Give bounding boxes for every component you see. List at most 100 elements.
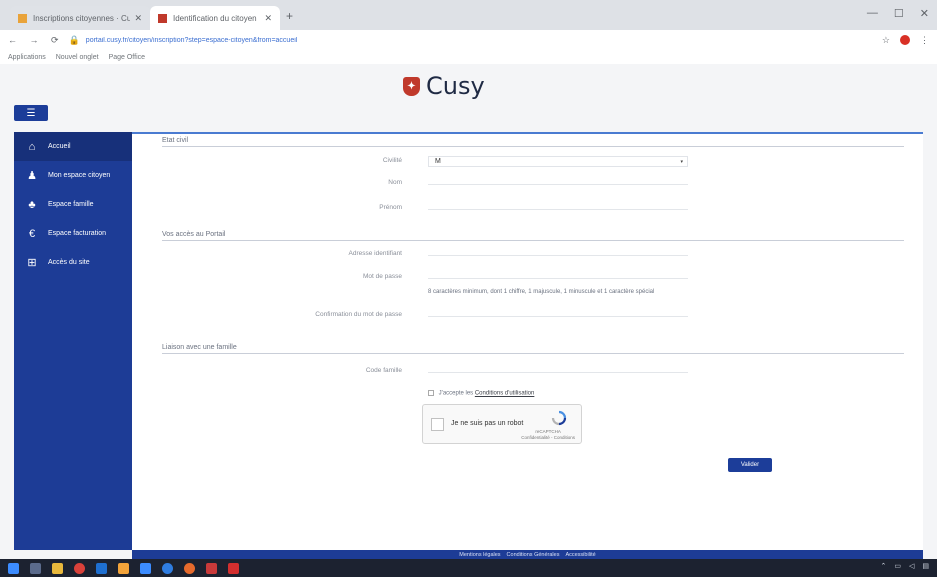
chevron-down-icon: ▾ [680, 158, 683, 165]
civility-label: Civilité [382, 157, 402, 164]
taskview-icon[interactable] [30, 562, 41, 574]
chrome-icon[interactable] [74, 562, 85, 574]
address-bar[interactable]: portail.cusy.fr/citoyen/inscription?step… [86, 37, 882, 44]
section-title-famille: Liaison avec une famille [162, 344, 904, 354]
section-title-etat-civil: Etat civil [162, 137, 904, 147]
tray-arrow-icon[interactable]: ⌃ [880, 562, 886, 570]
notification-icon[interactable]: ▤ [922, 562, 929, 570]
hamburger-menu-button[interactable]: ☰ [14, 105, 48, 121]
profile-avatar[interactable] [900, 35, 910, 45]
network-icon[interactable]: ▭ [894, 562, 901, 570]
nav-buttons: ← → ⟳ [8, 35, 69, 46]
bookmark-item[interactable]: Nouvel onglet [56, 54, 99, 61]
civility-select[interactable]: M ▾ [428, 156, 688, 167]
system-tray: ⌃ ▭ ◁ ▤ [880, 562, 929, 570]
site-header: ✦ Cusy ☰ [0, 64, 937, 132]
tab-close-icon[interactable]: ✕ [134, 13, 142, 24]
recaptcha-icon [551, 410, 567, 426]
sidebar-item-label: Accès du site [48, 259, 90, 266]
edge-icon[interactable] [162, 562, 173, 574]
reload-icon[interactable]: ⟳ [51, 35, 59, 45]
civility-selected-value: M [435, 158, 441, 165]
sidebar-item-espace-facturation[interactable]: € Espace facturation [14, 219, 132, 248]
euro-icon: € [28, 227, 36, 240]
family-icon: ♣ [28, 198, 36, 211]
minimize-icon[interactable]: — [867, 7, 878, 20]
terms-link[interactable]: Conditions d'utilisation [475, 391, 535, 397]
bookmark-item[interactable]: Page Office [109, 54, 145, 61]
recaptcha-terms[interactable]: Confidentialité - Conditions [521, 435, 575, 441]
user-icon: ♟ [27, 170, 37, 182]
footer-link[interactable]: Conditions Générales [507, 552, 560, 558]
sidebar-item-label: Mon espace citoyen [48, 172, 111, 179]
explorer-icon[interactable] [52, 562, 63, 574]
windows-start-icon[interactable] [8, 562, 19, 574]
recaptcha-widget: Je ne suis pas un robot reCAPTCHA Confid… [422, 404, 582, 444]
email-label: Adresse identifiant [348, 250, 402, 257]
home-icon: ⌂ [28, 140, 36, 153]
sidebar-item-espace-famille[interactable]: ♣ Espace famille [14, 190, 132, 219]
bookmarks-bar: Applications Nouvel onglet Page Office [0, 50, 937, 64]
section-title-acces: Vos accès au Portail [162, 231, 904, 241]
acrobat-icon[interactable] [228, 562, 239, 574]
menu-kebab-icon[interactable]: ⋮ [920, 35, 929, 46]
firefox-icon[interactable] [184, 562, 195, 574]
star-icon[interactable]: ☆ [882, 35, 890, 46]
submit-button[interactable]: Valider [728, 458, 772, 472]
footer-link[interactable]: Accessibilité [565, 552, 595, 558]
site-footer: Mentions légales Conditions Générales Ac… [132, 550, 923, 559]
maximize-icon[interactable]: ☐ [894, 7, 904, 20]
email-field[interactable] [428, 247, 688, 256]
sidebar-item-label: Accueil [48, 143, 71, 150]
tab-title: Identification du citoyen [173, 13, 257, 23]
site-logo[interactable]: ✦ Cusy [403, 72, 485, 100]
recaptcha-footer: reCAPTCHA Confidentialité - Conditions [521, 429, 575, 442]
volume-icon[interactable]: ◁ [909, 562, 914, 570]
back-icon[interactable]: ← [8, 35, 17, 45]
tab-favicon-icon [158, 13, 167, 23]
tab-close-icon[interactable]: ✕ [264, 13, 272, 24]
forward-icon[interactable]: → [30, 35, 39, 45]
name-field[interactable] [428, 176, 688, 185]
family-code-label: Code famille [365, 367, 402, 374]
consent-checkbox[interactable] [428, 390, 434, 396]
recaptcha-checkbox[interactable] [431, 418, 444, 431]
logo-text: Cusy [426, 72, 485, 100]
browser-tab-1[interactable]: Inscriptions citoyennes · Cusy ✕ [10, 6, 150, 30]
family-code-field[interactable] [428, 364, 688, 373]
sidebar: ⌂ Accueil ♟ Mon espace citoyen ♣ Espace … [14, 132, 132, 550]
consent-row: J'accepte les Conditions d'utilisation [428, 390, 534, 397]
os-taskbar: ⌃ ▭ ◁ ▤ [0, 559, 937, 577]
new-tab-icon[interactable]: + [286, 9, 293, 23]
main-content: Etat civil Civilité M ▾ Nom Prénom Vos a… [132, 132, 923, 550]
sidebar-item-label: Espace facturation [48, 230, 106, 237]
app-red-icon[interactable] [206, 562, 217, 574]
close-window-icon[interactable]: ✕ [920, 7, 929, 20]
password-field[interactable] [428, 270, 688, 279]
toolbar-right: ☆ ⋮ [882, 35, 929, 46]
outlook-icon[interactable] [96, 562, 107, 574]
browser-tab-2[interactable]: Identification du citoyen ✕ [150, 6, 280, 30]
firstname-field[interactable] [428, 201, 688, 210]
consent-text: J'accepte les [438, 390, 474, 397]
password-confirm-label: Confirmation du mot de passe [315, 311, 402, 318]
window-controls: — ☐ ✕ [867, 7, 929, 20]
sidebar-item-espace-citoyen[interactable]: ♟ Mon espace citoyen [14, 161, 132, 190]
recaptcha-label: Je ne suis pas un robot [451, 420, 524, 427]
sidebar-item-acces-site[interactable]: ⊞ Accès du site [14, 248, 132, 277]
firstname-label: Prénom [379, 204, 402, 211]
bookmark-item[interactable]: Applications [8, 54, 46, 61]
name-label: Nom [388, 179, 402, 186]
sitemap-icon: ⊞ [27, 257, 37, 269]
footer-link[interactable]: Mentions légales [459, 552, 500, 558]
password-confirm-field[interactable] [428, 308, 688, 317]
password-hint: 8 caractères minimum, dont 1 chiffre, 1 … [428, 289, 655, 295]
sidebar-item-accueil[interactable]: ⌂ Accueil [14, 132, 132, 161]
media-icon[interactable] [118, 562, 129, 574]
tab-title: Inscriptions citoyennes · Cusy [33, 13, 131, 23]
coat-of-arms-icon: ✦ [403, 76, 420, 96]
hamburger-icon: ☰ [26, 107, 36, 119]
photos-icon[interactable] [140, 562, 151, 574]
password-label: Mot de passe [362, 273, 402, 280]
sidebar-item-label: Espace famille [48, 201, 94, 208]
